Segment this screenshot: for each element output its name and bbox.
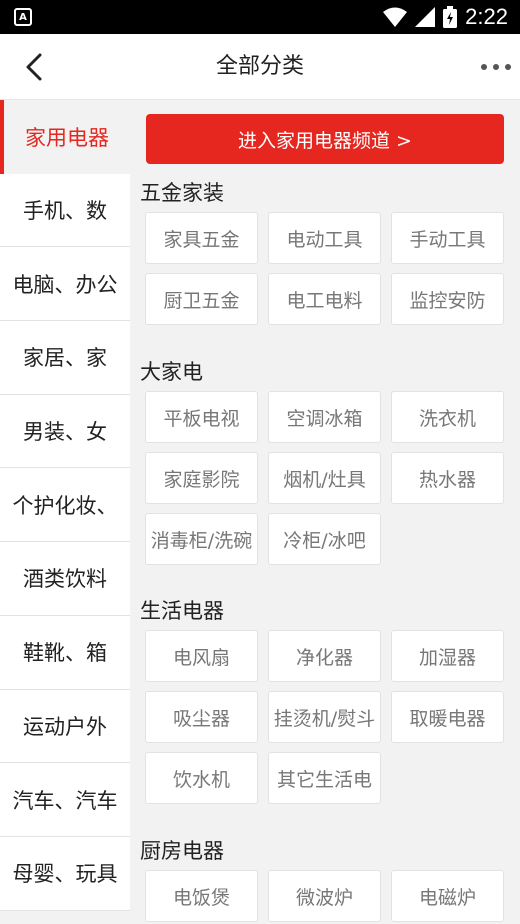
subcategory-item[interactable]: 电工电料 bbox=[268, 273, 381, 325]
battery-icon bbox=[443, 6, 458, 28]
subcategory-item[interactable]: 微波炉 bbox=[268, 870, 381, 922]
sidebar-item-personal-care[interactable]: 个护化妆、 bbox=[0, 468, 130, 543]
subcategory-item[interactable]: 手动工具 bbox=[391, 212, 504, 264]
app-notification-icon: A bbox=[14, 8, 32, 26]
subcategory-item[interactable]: 烟机/灶具 bbox=[268, 452, 381, 504]
status-icons: 2:22 bbox=[383, 0, 508, 34]
subcategory-item[interactable]: 家庭影院 bbox=[145, 452, 258, 504]
subcategory-item[interactable]: 加湿器 bbox=[391, 630, 504, 682]
sidebar-item-clothing[interactable]: 男装、女 bbox=[0, 394, 130, 469]
category-sidebar: 家用电器 手机、数 电脑、办公 家居、家 男装、女 个护化妆、 酒类饮料 鞋靴、… bbox=[0, 100, 130, 924]
subcategory-grid: 电饭煲 微波炉 电磁炉 bbox=[130, 870, 520, 922]
subcategory-item[interactable]: 洗衣机 bbox=[391, 391, 504, 443]
status-bar: A 2:22 bbox=[0, 0, 520, 34]
section-title: 大家电 bbox=[140, 360, 203, 384]
section-hardware: 五金家装 家具五金 电动工具 手动工具 厨卫五金 电工电料 监控安防 bbox=[130, 174, 520, 325]
subcategory-grid: 家具五金 电动工具 手动工具 厨卫五金 电工电料 监控安防 bbox=[130, 212, 520, 325]
section-kitchen-appliances: 厨房电器 电饭煲 微波炉 电磁炉 bbox=[130, 832, 520, 922]
subcategory-item[interactable]: 厨卫五金 bbox=[145, 273, 258, 325]
subcategory-item[interactable]: 其它生活电 bbox=[268, 752, 381, 804]
sidebar-item-sports[interactable]: 运动户外 bbox=[0, 689, 130, 764]
sidebar-item-home-appliances[interactable]: 家用电器 bbox=[0, 100, 130, 174]
subcategory-item[interactable]: 冷柜/冰吧 bbox=[268, 513, 381, 565]
section-title: 生活电器 bbox=[140, 599, 224, 623]
sidebar-item-auto[interactable]: 汽车、汽车 bbox=[0, 763, 130, 837]
wifi-icon bbox=[383, 7, 408, 27]
subcategory-item[interactable]: 饮水机 bbox=[145, 752, 258, 804]
status-time: 2:22 bbox=[465, 4, 508, 29]
subcategory-item[interactable]: 电磁炉 bbox=[391, 870, 504, 922]
sidebar-item-phones[interactable]: 手机、数 bbox=[0, 173, 130, 248]
subcategory-item[interactable]: 挂烫机/熨斗 bbox=[268, 691, 381, 743]
sidebar-item-computers[interactable]: 电脑、办公 bbox=[0, 247, 130, 322]
subcategory-item[interactable]: 净化器 bbox=[268, 630, 381, 682]
enter-channel-button[interactable]: 进入家用电器频道 > bbox=[146, 114, 504, 164]
subcategory-item[interactable]: 家具五金 bbox=[145, 212, 258, 264]
sidebar-item-baby-toys[interactable]: 母婴、玩具 bbox=[0, 836, 130, 911]
more-options-icon[interactable] bbox=[476, 50, 516, 84]
subcategory-item[interactable]: 电饭煲 bbox=[145, 870, 258, 922]
section-title: 厨房电器 bbox=[140, 839, 224, 863]
subcategory-item[interactable]: 监控安防 bbox=[391, 273, 504, 325]
section-title: 五金家装 bbox=[140, 181, 224, 205]
category-content: 进入家用电器频道 > 五金家装 家具五金 电动工具 手动工具 厨卫五金 电工电料… bbox=[130, 100, 520, 924]
subcategory-item[interactable]: 电动工具 bbox=[268, 212, 381, 264]
nav-bar: 全部分类 bbox=[0, 34, 520, 100]
subcategory-grid: 平板电视 空调冰箱 洗衣机 家庭影院 烟机/灶具 热水器 消毒柜/洗碗 冷柜/冰… bbox=[130, 391, 520, 565]
subcategory-item[interactable]: 热水器 bbox=[391, 452, 504, 504]
sidebar-item-shoes-bags[interactable]: 鞋靴、箱 bbox=[0, 615, 130, 690]
cellular-signal-icon bbox=[415, 7, 436, 27]
sidebar-item-drinks[interactable]: 酒类饮料 bbox=[0, 542, 130, 616]
subcategory-item[interactable]: 平板电视 bbox=[145, 391, 258, 443]
subcategory-item[interactable]: 电风扇 bbox=[145, 630, 258, 682]
subcategory-item[interactable]: 取暖电器 bbox=[391, 691, 504, 743]
section-large-appliances: 大家电 平板电视 空调冰箱 洗衣机 家庭影院 烟机/灶具 热水器 消毒柜/洗碗 … bbox=[130, 353, 520, 565]
sidebar-item-home[interactable]: 家居、家 bbox=[0, 321, 130, 395]
subcategory-item[interactable]: 消毒柜/洗碗 bbox=[145, 513, 258, 565]
page-title: 全部分类 bbox=[215, 54, 304, 79]
subcategory-item[interactable]: 空调冰箱 bbox=[268, 391, 381, 443]
subcategory-grid: 电风扇 净化器 加湿器 吸尘器 挂烫机/熨斗 取暖电器 饮水机 其它生活电 bbox=[130, 630, 520, 804]
section-living-appliances: 生活电器 电风扇 净化器 加湿器 吸尘器 挂烫机/熨斗 取暖电器 饮水机 其它生… bbox=[130, 592, 520, 804]
subcategory-item[interactable]: 吸尘器 bbox=[145, 691, 258, 743]
